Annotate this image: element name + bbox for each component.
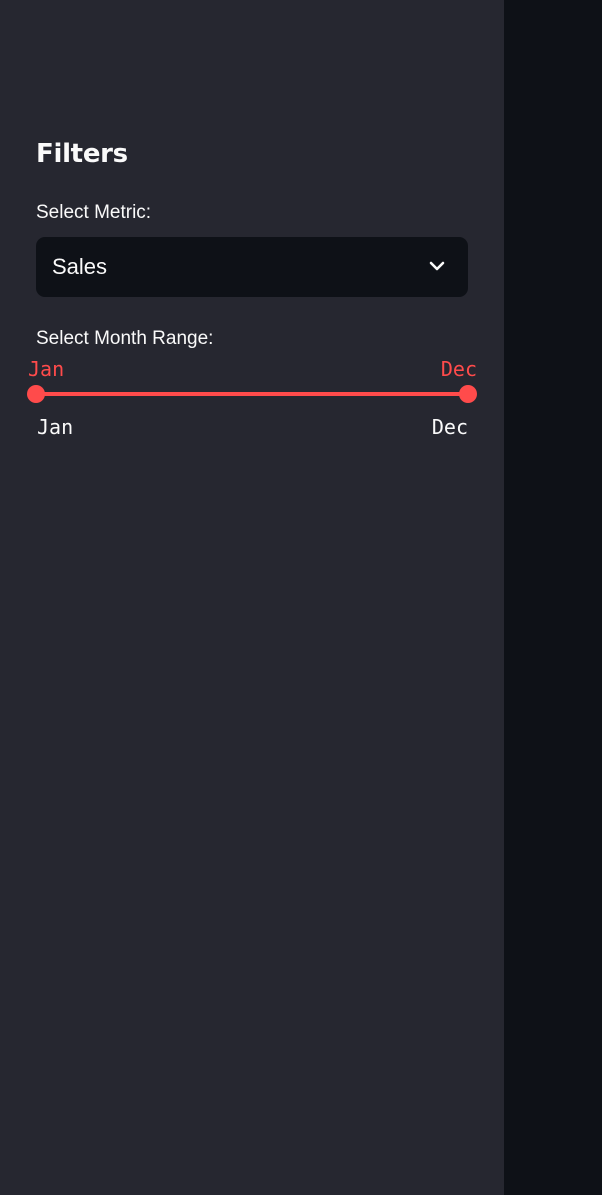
slider-end-handle[interactable] xyxy=(459,385,477,403)
month-range-label: Select Month Range: xyxy=(36,328,214,349)
slider-max-label: Dec xyxy=(431,415,468,439)
sidebar-title: Filters xyxy=(36,139,128,169)
slider-start-value: Jan xyxy=(28,357,65,381)
slider-start-handle[interactable] xyxy=(27,385,45,403)
chevron-down-icon[interactable] xyxy=(428,259,446,273)
slider-selected-range xyxy=(36,392,468,396)
slider-end-value: Dec xyxy=(440,357,477,381)
main-content-area xyxy=(504,0,602,1195)
slider-min-label: Jan xyxy=(37,415,74,439)
month-range-slider[interactable]: Jan Dec Jan Dec xyxy=(27,355,482,445)
metric-select[interactable]: Sales xyxy=(36,237,468,297)
app-root: Filters Select Metric: Sales Select Mont… xyxy=(0,0,602,1195)
metric-select-label: Select Metric: xyxy=(36,202,152,223)
sidebar: Filters Select Metric: Sales Select Mont… xyxy=(0,0,504,1195)
metric-select-value: Sales xyxy=(52,254,108,279)
